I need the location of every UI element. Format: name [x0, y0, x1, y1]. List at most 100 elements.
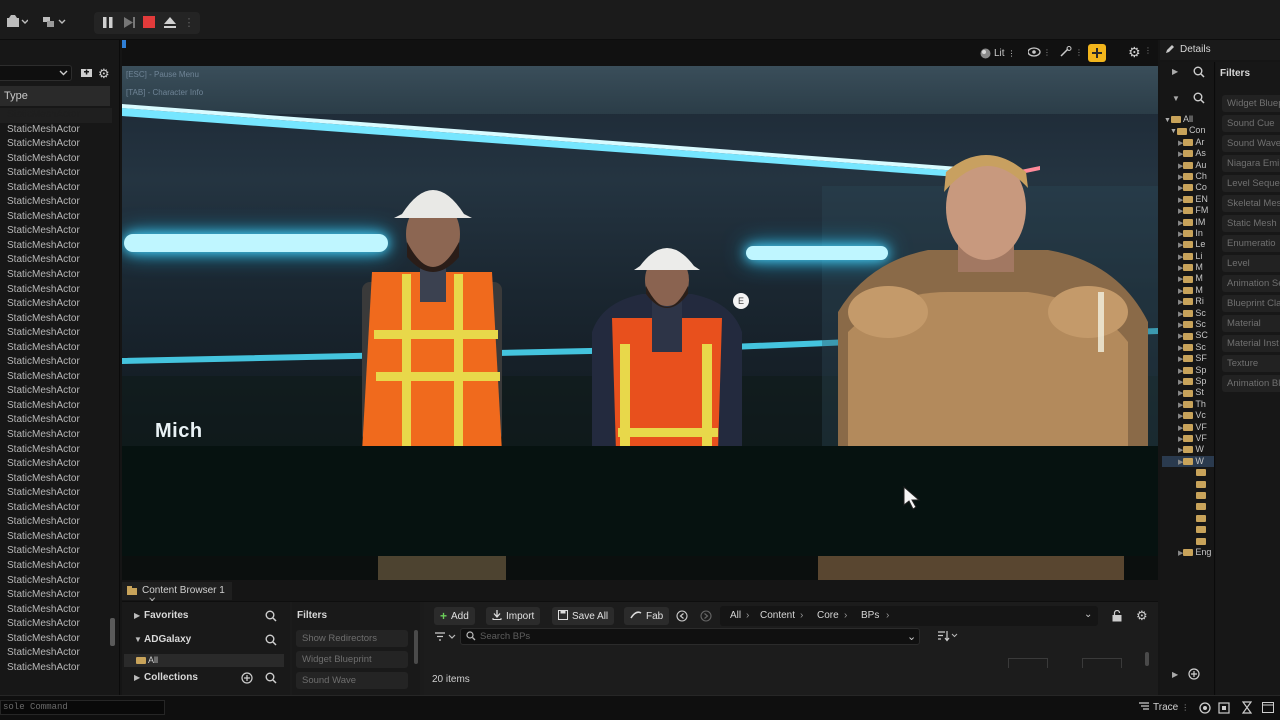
filter-chip-sound-wave[interactable]: Sound Wave: [296, 672, 408, 689]
eject-icon[interactable]: [161, 13, 179, 31]
import-button[interactable]: Import: [486, 607, 541, 625]
search-dropdown-icon[interactable]: ⌄: [907, 630, 916, 643]
tree-item[interactable]: ▶ Sc: [1162, 319, 1214, 330]
filter-item[interactable]: Animation Bl: [1222, 375, 1280, 392]
tree-item[interactable]: ▶ In: [1162, 228, 1214, 239]
outliner-row[interactable]: StaticMeshActor: [0, 166, 112, 181]
details-tab[interactable]: Details: [1160, 40, 1280, 60]
breadcrumb-core[interactable]: Core: [817, 610, 839, 621]
filter-item[interactable]: Sound Wave: [1222, 135, 1280, 152]
derived-data-icon[interactable]: [1218, 702, 1230, 717]
outliner-filter-dropdown[interactable]: [0, 65, 72, 81]
asset-tile[interactable]: [1082, 658, 1122, 668]
outliner-row[interactable]: StaticMeshActor: [0, 181, 112, 196]
filter-item[interactable]: Material: [1222, 315, 1280, 332]
outliner-row[interactable]: StaticMeshActor: [0, 123, 112, 138]
tree-item[interactable]: ▶ VF: [1162, 422, 1214, 433]
project-label[interactable]: ADGalaxy: [144, 634, 191, 645]
outliner-row[interactable]: StaticMeshActor: [0, 617, 112, 632]
outliner-row[interactable]: StaticMeshActor: [0, 239, 112, 254]
breadcrumb-bps[interactable]: BPs: [861, 610, 879, 621]
snapping-toggle-icon[interactable]: [1088, 44, 1106, 62]
favorites-arrow-icon[interactable]: ▶: [134, 611, 140, 620]
outliner-row[interactable]: StaticMeshActor: [0, 428, 112, 443]
skip-frame-icon[interactable]: [120, 13, 138, 31]
outliner-row[interactable]: StaticMeshActor: [0, 413, 112, 428]
tree-item[interactable]: ▶ FM: [1162, 205, 1214, 216]
trace-button[interactable]: Trace ⋮: [1138, 701, 1189, 714]
outliner-row[interactable]: StaticMeshActor: [0, 370, 112, 385]
outliner-row[interactable]: StaticMeshActor: [0, 559, 112, 574]
outliner-row[interactable]: StaticMeshActor: [0, 355, 112, 370]
outliner-row[interactable]: StaticMeshActor: [0, 443, 112, 458]
outliner-row[interactable]: StaticMeshActor: [0, 530, 112, 545]
collections-arrow-icon[interactable]: ▶: [134, 673, 140, 682]
favorites-label[interactable]: Favorites: [144, 610, 188, 621]
favorites-search-icon[interactable]: [265, 610, 277, 625]
outliner-row[interactable]: StaticMeshActor: [0, 195, 112, 210]
asset-scrollbar[interactable]: [1145, 652, 1149, 666]
level-viewport[interactable]: Lit ⋮ ⋮ ⋮ ⚙ ⋮ [ESC] - Pause Menu [TAB] -…: [122, 40, 1158, 580]
lock-icon[interactable]: [1112, 609, 1122, 625]
outliner-row[interactable]: StaticMeshActor: [0, 137, 112, 152]
filter-item[interactable]: Static Mesh: [1222, 215, 1280, 232]
tree-item-all-folders[interactable]: All: [124, 654, 284, 667]
tree-search-icon[interactable]: [1193, 92, 1205, 107]
outliner-row[interactable]: StaticMeshActor: [0, 472, 112, 487]
add-circle-icon[interactable]: [1188, 668, 1200, 683]
view-mode-button[interactable]: Lit ⋮: [980, 44, 1016, 62]
tree-item[interactable]: ▶ EN: [1162, 194, 1214, 205]
filter-item[interactable]: Animation Se: [1222, 275, 1280, 292]
filter-item[interactable]: Texture: [1222, 355, 1280, 372]
outliner-row[interactable]: StaticMeshActor: [0, 588, 112, 603]
tree-item[interactable]: ▶ IM: [1162, 217, 1214, 228]
tree-subfolder[interactable]: [1162, 479, 1214, 490]
settings-gear-icon[interactable]: ⚙: [98, 66, 110, 82]
outliner-row[interactable]: StaticMeshActor: [0, 632, 112, 647]
tree-item[interactable]: ▶ M: [1162, 262, 1214, 273]
tree-item[interactable]: ▶ Vc: [1162, 410, 1214, 421]
show-flags-eye-icon[interactable]: ⋮: [1027, 46, 1051, 61]
blueprint-icon[interactable]: [40, 13, 72, 31]
outliner-row[interactable]: StaticMeshActor: [0, 253, 112, 268]
tree-item[interactable]: ▶ St: [1162, 387, 1214, 398]
outliner-row[interactable]: StaticMeshActor: [0, 501, 112, 516]
tree-item[interactable]: ▶ Sc: [1162, 342, 1214, 353]
outliner-row[interactable]: StaticMeshActor: [0, 646, 112, 661]
tree-item[interactable]: ▶ Li: [1162, 251, 1214, 262]
outliner-row[interactable]: StaticMeshActor: [0, 544, 112, 559]
tree-item[interactable]: ▶ VF: [1162, 433, 1214, 444]
filter-item[interactable]: Level Seque: [1222, 175, 1280, 192]
tree-subfolder[interactable]: [1162, 513, 1214, 524]
tree-item-all[interactable]: ▼ All: [1162, 114, 1214, 125]
source-control-icon[interactable]: [1199, 702, 1211, 717]
asset-tile[interactable]: [1008, 658, 1048, 668]
content-browser-tab[interactable]: Content Browser 1 ✕: [122, 582, 232, 607]
viewport-settings-more-icon[interactable]: ⋮: [1144, 46, 1152, 55]
tree-subfolder[interactable]: [1162, 535, 1214, 546]
tree-subfolder[interactable]: [1162, 490, 1214, 501]
outliner-row[interactable]: StaticMeshActor: [0, 268, 112, 283]
outliner-row[interactable]: StaticMeshActor: [0, 603, 112, 618]
filter-funnel-icon[interactable]: [434, 632, 456, 645]
tree-item-engine[interactable]: ▶ Eng: [1162, 547, 1214, 558]
add-button[interactable]: + Add: [434, 607, 475, 625]
add-folder-icon[interactable]: [81, 67, 93, 81]
tree-item[interactable]: ▶ As: [1162, 148, 1214, 159]
filter-item[interactable]: Niagara Emi: [1222, 155, 1280, 172]
tree-item[interactable]: ▶ W: [1162, 455, 1214, 468]
outliner-row[interactable]: StaticMeshActor: [0, 574, 112, 589]
history-forward-icon[interactable]: [700, 610, 712, 625]
project-arrow-icon[interactable]: ▼: [134, 635, 142, 644]
outliner-row[interactable]: StaticMeshActor: [0, 108, 112, 123]
tree-item[interactable]: ▶ SF: [1162, 353, 1214, 364]
tree-item[interactable]: ▶ W: [1162, 444, 1214, 455]
expand-arrow-icon[interactable]: ▶: [1172, 67, 1178, 76]
tree-item-content[interactable]: ▼ Con: [1162, 125, 1214, 136]
tree-item[interactable]: ▶ M: [1162, 285, 1214, 296]
tree-subfolder[interactable]: [1162, 524, 1214, 535]
tree-item[interactable]: ▶ Ch: [1162, 171, 1214, 182]
tree-subfolder[interactable]: [1162, 501, 1214, 512]
collections-label[interactable]: Collections: [144, 672, 198, 683]
console-command-input[interactable]: sole Command: [0, 700, 165, 715]
